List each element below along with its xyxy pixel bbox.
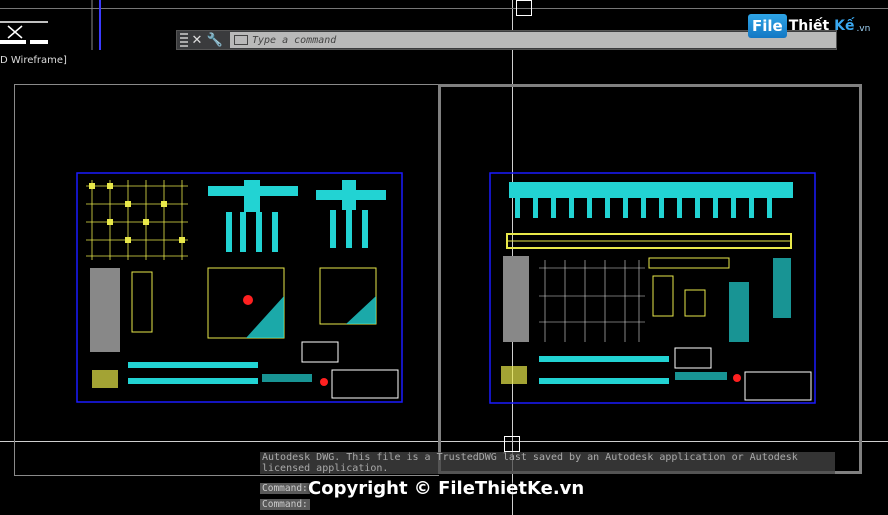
crosshair-horizontal-top <box>0 8 888 9</box>
command-placeholder: Type a command <box>252 34 337 46</box>
filethietke-logo: File Thiết Kế .vn <box>748 10 870 42</box>
drawing-sheet-left[interactable] <box>76 172 404 404</box>
pickbox-top <box>516 0 532 16</box>
command-input[interactable]: Type a command <box>230 32 836 48</box>
command-prompt-icon[interactable] <box>234 35 248 45</box>
copyright-watermark: Copyright © FileThietKe.vn <box>308 478 585 499</box>
grip-handle-icon[interactable] <box>180 33 188 47</box>
command-bar[interactable]: ✕ 🔧 Type a command <box>176 30 837 50</box>
viewport-label[interactable]: D Wireframe] <box>0 55 67 66</box>
drawing-sheet-right[interactable] <box>489 172 817 406</box>
command-history: Autodesk DWG. This file is a TrustedDWG … <box>260 452 835 474</box>
command-line-1: Command: <box>260 483 310 494</box>
wrench-icon[interactable]: 🔧 <box>206 33 224 48</box>
command-line-2[interactable]: Command: <box>260 499 310 510</box>
viewcube-icon[interactable] <box>0 0 110 55</box>
close-icon[interactable]: ✕ <box>188 33 206 48</box>
